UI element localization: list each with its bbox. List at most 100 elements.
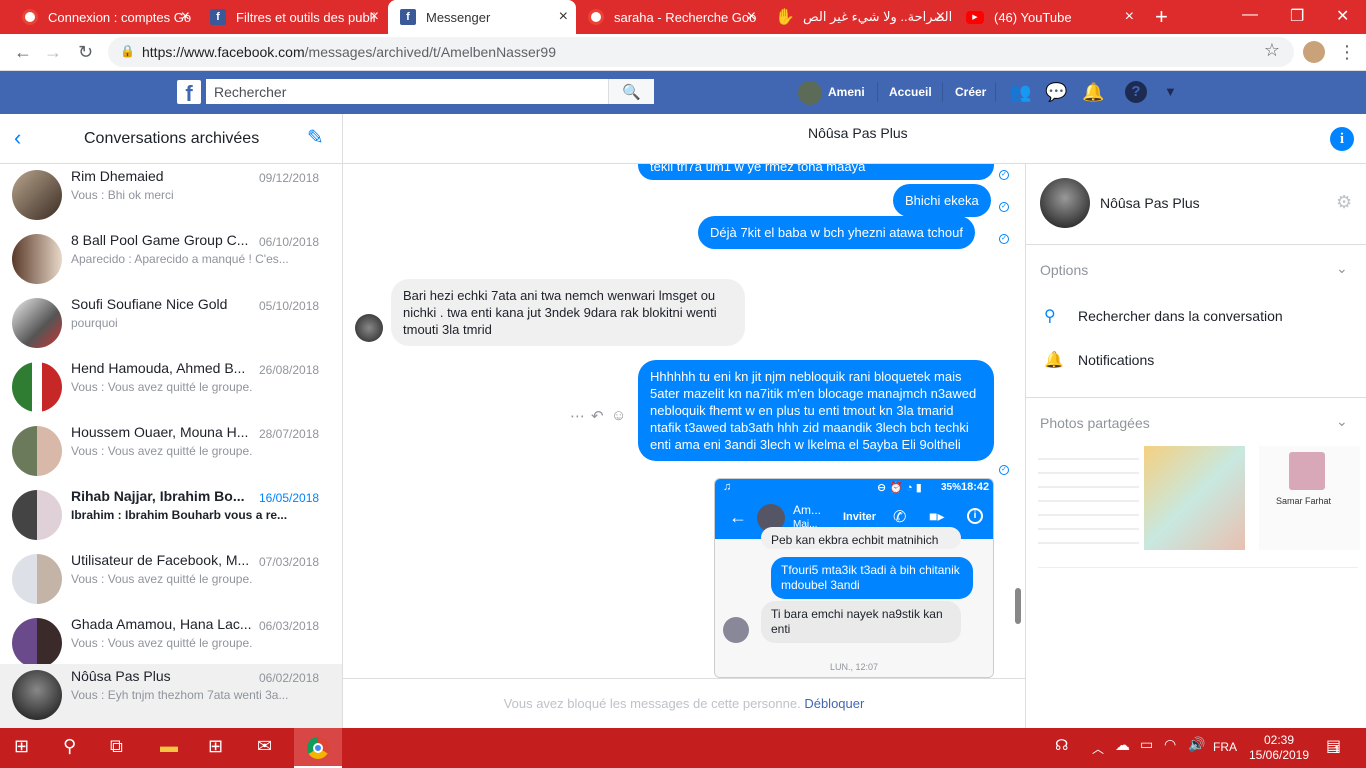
close-icon[interactable]: ×	[181, 9, 190, 25]
onedrive-icon[interactable]: ☁	[1115, 736, 1130, 754]
close-icon[interactable]: ×	[936, 9, 945, 25]
back-icon[interactable]: ←	[14, 42, 32, 63]
conversation-item[interactable]: Houssem Ouaer, Mouna H... 28/07/2018 Vou…	[0, 420, 342, 484]
conversation-name: Soufi Soufiane Nice Gold	[71, 296, 228, 312]
minimize-icon[interactable]: —	[1242, 6, 1258, 24]
chrome-taskbar-button[interactable]	[294, 728, 342, 768]
tab-facebook-filters[interactable]: f Filtres et outils des publi ×	[198, 0, 387, 34]
clock-date: 15/06/2019	[1248, 748, 1310, 762]
windows-start-icon[interactable]: ⊞	[14, 736, 29, 757]
search-icon[interactable]: 🔍	[608, 79, 654, 104]
conversation-preview: Vous : Vous avez quitté le groupe.	[71, 636, 253, 650]
conversation-item[interactable]: Soufi Soufiane Nice Gold 05/10/2018 pour…	[0, 292, 342, 356]
messenger-icon[interactable]: 💬	[1045, 82, 1067, 103]
tab-youtube[interactable]: ▶ (46) YouTube ×	[954, 0, 1142, 34]
conversation-preview: Ibrahim : Ibrahim Bouharb vous a re...	[71, 508, 288, 522]
volume-icon[interactable]: 🔊	[1188, 736, 1205, 753]
chrome-icon-center	[313, 743, 323, 753]
window-close-icon[interactable]: ✕	[1336, 6, 1349, 26]
wifi-icon[interactable]: ◠	[1164, 736, 1176, 753]
options-heading[interactable]: Options	[1040, 262, 1088, 278]
conversation-item[interactable]: 8 Ball Pool Game Group C... 06/10/2018 A…	[0, 228, 342, 292]
contact-profile-photo[interactable]	[1040, 178, 1090, 228]
shared-screenshot-image[interactable]: ♫ ⊖ ⏰ ◔ ▮ 35% 18:42 ← Am... Mai... Invit…	[714, 478, 994, 678]
notifications-option[interactable]: Notifications	[1078, 352, 1154, 368]
more-options-icon[interactable]: ⋯	[570, 407, 585, 425]
conversation-item[interactable]: Rihab Najjar, Ibrahim Bo... 16/05/2018 I…	[0, 484, 342, 548]
back-arrow-icon[interactable]: ‹	[14, 125, 21, 151]
info-icon: i	[967, 508, 983, 524]
language-indicator[interactable]: FRA	[1213, 740, 1237, 754]
forward-icon[interactable]: →	[44, 42, 62, 63]
avatar	[12, 670, 62, 720]
user-name-link[interactable]: Ameni	[828, 85, 865, 99]
unblock-link[interactable]: Débloquer	[804, 696, 864, 711]
conversation-name: Utilisateur de Facebook, M...	[71, 552, 250, 568]
close-icon[interactable]: ×	[1125, 9, 1134, 25]
close-icon[interactable]: ×	[370, 9, 379, 25]
new-tab-button[interactable]: +	[1155, 4, 1168, 30]
url-text[interactable]: https://www.facebook.com/messages/archiv…	[142, 44, 556, 60]
conversation-date: 06/02/2018	[259, 671, 320, 685]
divider	[942, 82, 943, 102]
search-input[interactable]	[206, 79, 606, 104]
phone-status-bar: ♫ ⊖ ⏰ ◔ ▮ 35% 18:42	[715, 479, 993, 497]
conversation-date: 28/07/2018	[259, 427, 320, 441]
divider	[995, 82, 996, 102]
shared-photo-thumbnail[interactable]: Samar Farhat	[1259, 446, 1360, 550]
chevron-down-icon[interactable]: ⌄	[1336, 260, 1348, 277]
phone-date: LUN., 12:07	[830, 662, 879, 672]
reply-icon[interactable]: ↶	[591, 407, 604, 425]
shared-photos-heading[interactable]: Photos partagées	[1040, 415, 1150, 431]
battery-icon[interactable]: ▭	[1140, 736, 1153, 753]
message-outgoing: Hhhhhh tu eni kn jit njm nebloquik rani …	[638, 360, 994, 461]
home-link[interactable]: Accueil	[889, 85, 932, 99]
facebook-logo[interactable]: f	[177, 80, 201, 104]
search-icon[interactable]: ⚲	[63, 736, 76, 757]
conversation-item[interactable]: Rim Dhemaied 09/12/2018 Vous : Bhi ok me…	[0, 164, 342, 228]
clock-time: 02:39	[1263, 733, 1295, 747]
task-view-icon[interactable]: ⧉	[110, 736, 123, 757]
conversation-item[interactable]: Hend Hamouda, Ahmed B... 26/08/2018 Vous…	[0, 356, 342, 420]
gear-icon[interactable]: ⚙	[1336, 192, 1352, 213]
scrollbar[interactable]	[1015, 588, 1021, 624]
message-thread: tekli tri7a um1 w ye rmez tona maaya ✓ B…	[343, 164, 1025, 728]
tab-saraha[interactable]: ✋ الصراحة.. ولا شيء غير الص ×	[765, 0, 953, 34]
store-icon[interactable]: ⊞	[208, 736, 223, 757]
conversation-item[interactable]: Utilisateur de Facebook, M... 07/03/2018…	[0, 548, 342, 612]
chevron-up-icon[interactable]: ︿	[1092, 740, 1104, 757]
info-icon[interactable]: i	[1330, 127, 1354, 151]
close-icon[interactable]: ×	[747, 9, 756, 25]
avatar	[723, 617, 749, 643]
notifications-bell-icon[interactable]: 🔔	[1082, 82, 1104, 103]
restore-icon[interactable]: ❐	[1290, 6, 1304, 26]
avatar	[12, 426, 62, 476]
menu-icon[interactable]: ⋮	[1338, 42, 1356, 63]
friend-requests-icon[interactable]: 👥	[1009, 82, 1031, 103]
people-icon[interactable]: ☊	[1055, 736, 1068, 754]
facebook-header	[0, 71, 1366, 114]
conversation-item-selected[interactable]: Nôûsa Pas Plus 06/02/2018 Vous : Eyh tnj…	[0, 664, 342, 728]
tab-google-accounts[interactable]: Connexion : comptes Go ×	[10, 0, 198, 34]
account-menu-icon[interactable]: ▼	[1164, 84, 1177, 99]
chevron-down-icon[interactable]: ⌄	[1336, 413, 1348, 430]
user-avatar[interactable]	[798, 81, 822, 105]
compose-icon[interactable]: ✎	[307, 125, 324, 150]
profile-avatar[interactable]	[1303, 41, 1325, 63]
shared-photo-thumbnail[interactable]	[1038, 446, 1139, 550]
reload-icon[interactable]: ↻	[78, 42, 93, 63]
shared-photo-thumbnail[interactable]	[1144, 446, 1245, 550]
file-explorer-icon[interactable]: ▬	[160, 736, 178, 757]
clock[interactable]: 02:39 15/06/2019	[1244, 733, 1314, 763]
close-icon[interactable]: ×	[559, 9, 568, 25]
contact-name[interactable]: Nôûsa Pas Plus	[1100, 195, 1200, 211]
address-bar[interactable]: 🔒 https://www.facebook.com/messages/arch…	[108, 37, 1294, 67]
help-icon[interactable]: ?	[1125, 81, 1147, 103]
mail-icon[interactable]: ✉	[257, 736, 272, 757]
search-in-conversation[interactable]: Rechercher dans la conversation	[1078, 308, 1283, 324]
bookmark-star-icon[interactable]: ☆	[1264, 40, 1280, 61]
tab-messenger[interactable]: f Messenger ×	[388, 0, 576, 34]
create-link[interactable]: Créer	[955, 85, 986, 99]
tab-google-search[interactable]: saraha - Recherche Goo ×	[576, 0, 764, 34]
react-emoji-icon[interactable]: ☺	[611, 407, 626, 424]
